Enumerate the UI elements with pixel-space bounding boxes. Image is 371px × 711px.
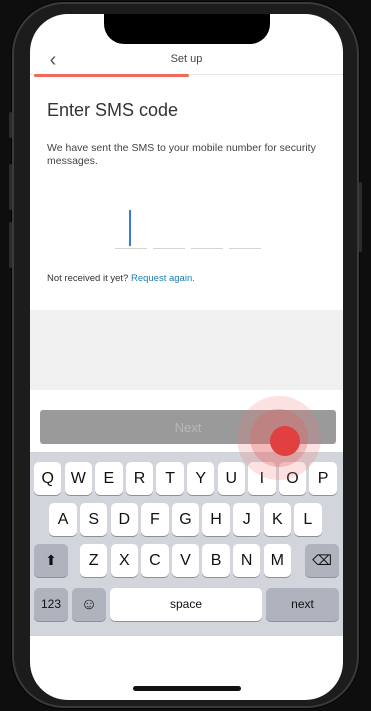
key-t[interactable]: T: [156, 462, 184, 495]
key-s[interactable]: S: [80, 503, 108, 536]
notch: [104, 14, 270, 44]
key-h[interactable]: H: [202, 503, 230, 536]
shift-arrow-icon: ⬆: [45, 552, 57, 568]
page-title: Set up: [170, 53, 203, 65]
resend-row: Not received it yet? Request again.: [47, 273, 195, 284]
setup-progress-bar: [34, 74, 189, 77]
power-button: [359, 182, 362, 252]
phone-screen: ‹ Set up Enter SMS code We have sent the…: [30, 14, 343, 700]
text-cursor: [129, 210, 131, 246]
key-k[interactable]: K: [263, 503, 291, 536]
tap-indicator-dot: [270, 426, 300, 456]
emoji-icon: ☺: [80, 596, 98, 613]
key-r[interactable]: R: [125, 462, 154, 495]
key-l[interactable]: L: [294, 503, 322, 536]
key-f[interactable]: F: [141, 503, 169, 536]
navigation-bar: ‹ Set up: [30, 49, 343, 75]
volume-down-button: [9, 222, 12, 268]
home-indicator: [133, 686, 241, 691]
key-a[interactable]: A: [49, 503, 77, 536]
space-key[interactable]: space: [110, 588, 262, 621]
code-digit-slot[interactable]: [229, 248, 261, 249]
key-c[interactable]: C: [141, 544, 169, 577]
code-digit-slot[interactable]: [191, 248, 223, 249]
code-digit-slot[interactable]: [153, 248, 185, 249]
key-v[interactable]: V: [171, 544, 200, 577]
backspace-key[interactable]: ⌫: [305, 544, 339, 577]
key-x[interactable]: X: [110, 544, 138, 577]
key-w[interactable]: W: [64, 462, 92, 495]
key-b[interactable]: B: [202, 544, 230, 577]
key-m[interactable]: M: [263, 544, 291, 577]
key-q[interactable]: Q: [34, 462, 62, 495]
shift-key[interactable]: ⬆: [34, 544, 68, 577]
volume-up-button: [9, 164, 12, 210]
keyboard-next-key[interactable]: next: [266, 588, 339, 621]
key-g[interactable]: G: [171, 503, 200, 536]
key-n[interactable]: N: [233, 544, 261, 577]
key-z[interactable]: Z: [80, 544, 108, 577]
code-digit-slot[interactable]: [115, 248, 147, 249]
silent-switch: [9, 112, 12, 138]
key-p[interactable]: P: [309, 462, 337, 495]
sms-description: We have sent the SMS to your mobile numb…: [47, 142, 316, 167]
spacer-area: [30, 310, 343, 390]
resend-text: Not received it yet?: [47, 273, 129, 284]
numbers-key[interactable]: 123: [34, 588, 68, 621]
sms-code-input[interactable]: [115, 210, 265, 254]
content-title: Enter SMS code: [47, 100, 179, 120]
backspace-icon: ⌫: [312, 552, 332, 568]
key-d[interactable]: D: [110, 503, 138, 536]
key-j[interactable]: J: [233, 503, 261, 536]
key-e[interactable]: E: [95, 462, 123, 495]
request-again-link[interactable]: Request again.: [131, 273, 195, 284]
key-y[interactable]: Y: [187, 462, 215, 495]
on-screen-keyboard: QWERTYUIOP ASDFGHJKL ZXCVBNM ⬆ ⌫ 123 ☺ s…: [30, 452, 343, 636]
emoji-key[interactable]: ☺: [72, 588, 106, 621]
key-u[interactable]: U: [217, 462, 245, 495]
